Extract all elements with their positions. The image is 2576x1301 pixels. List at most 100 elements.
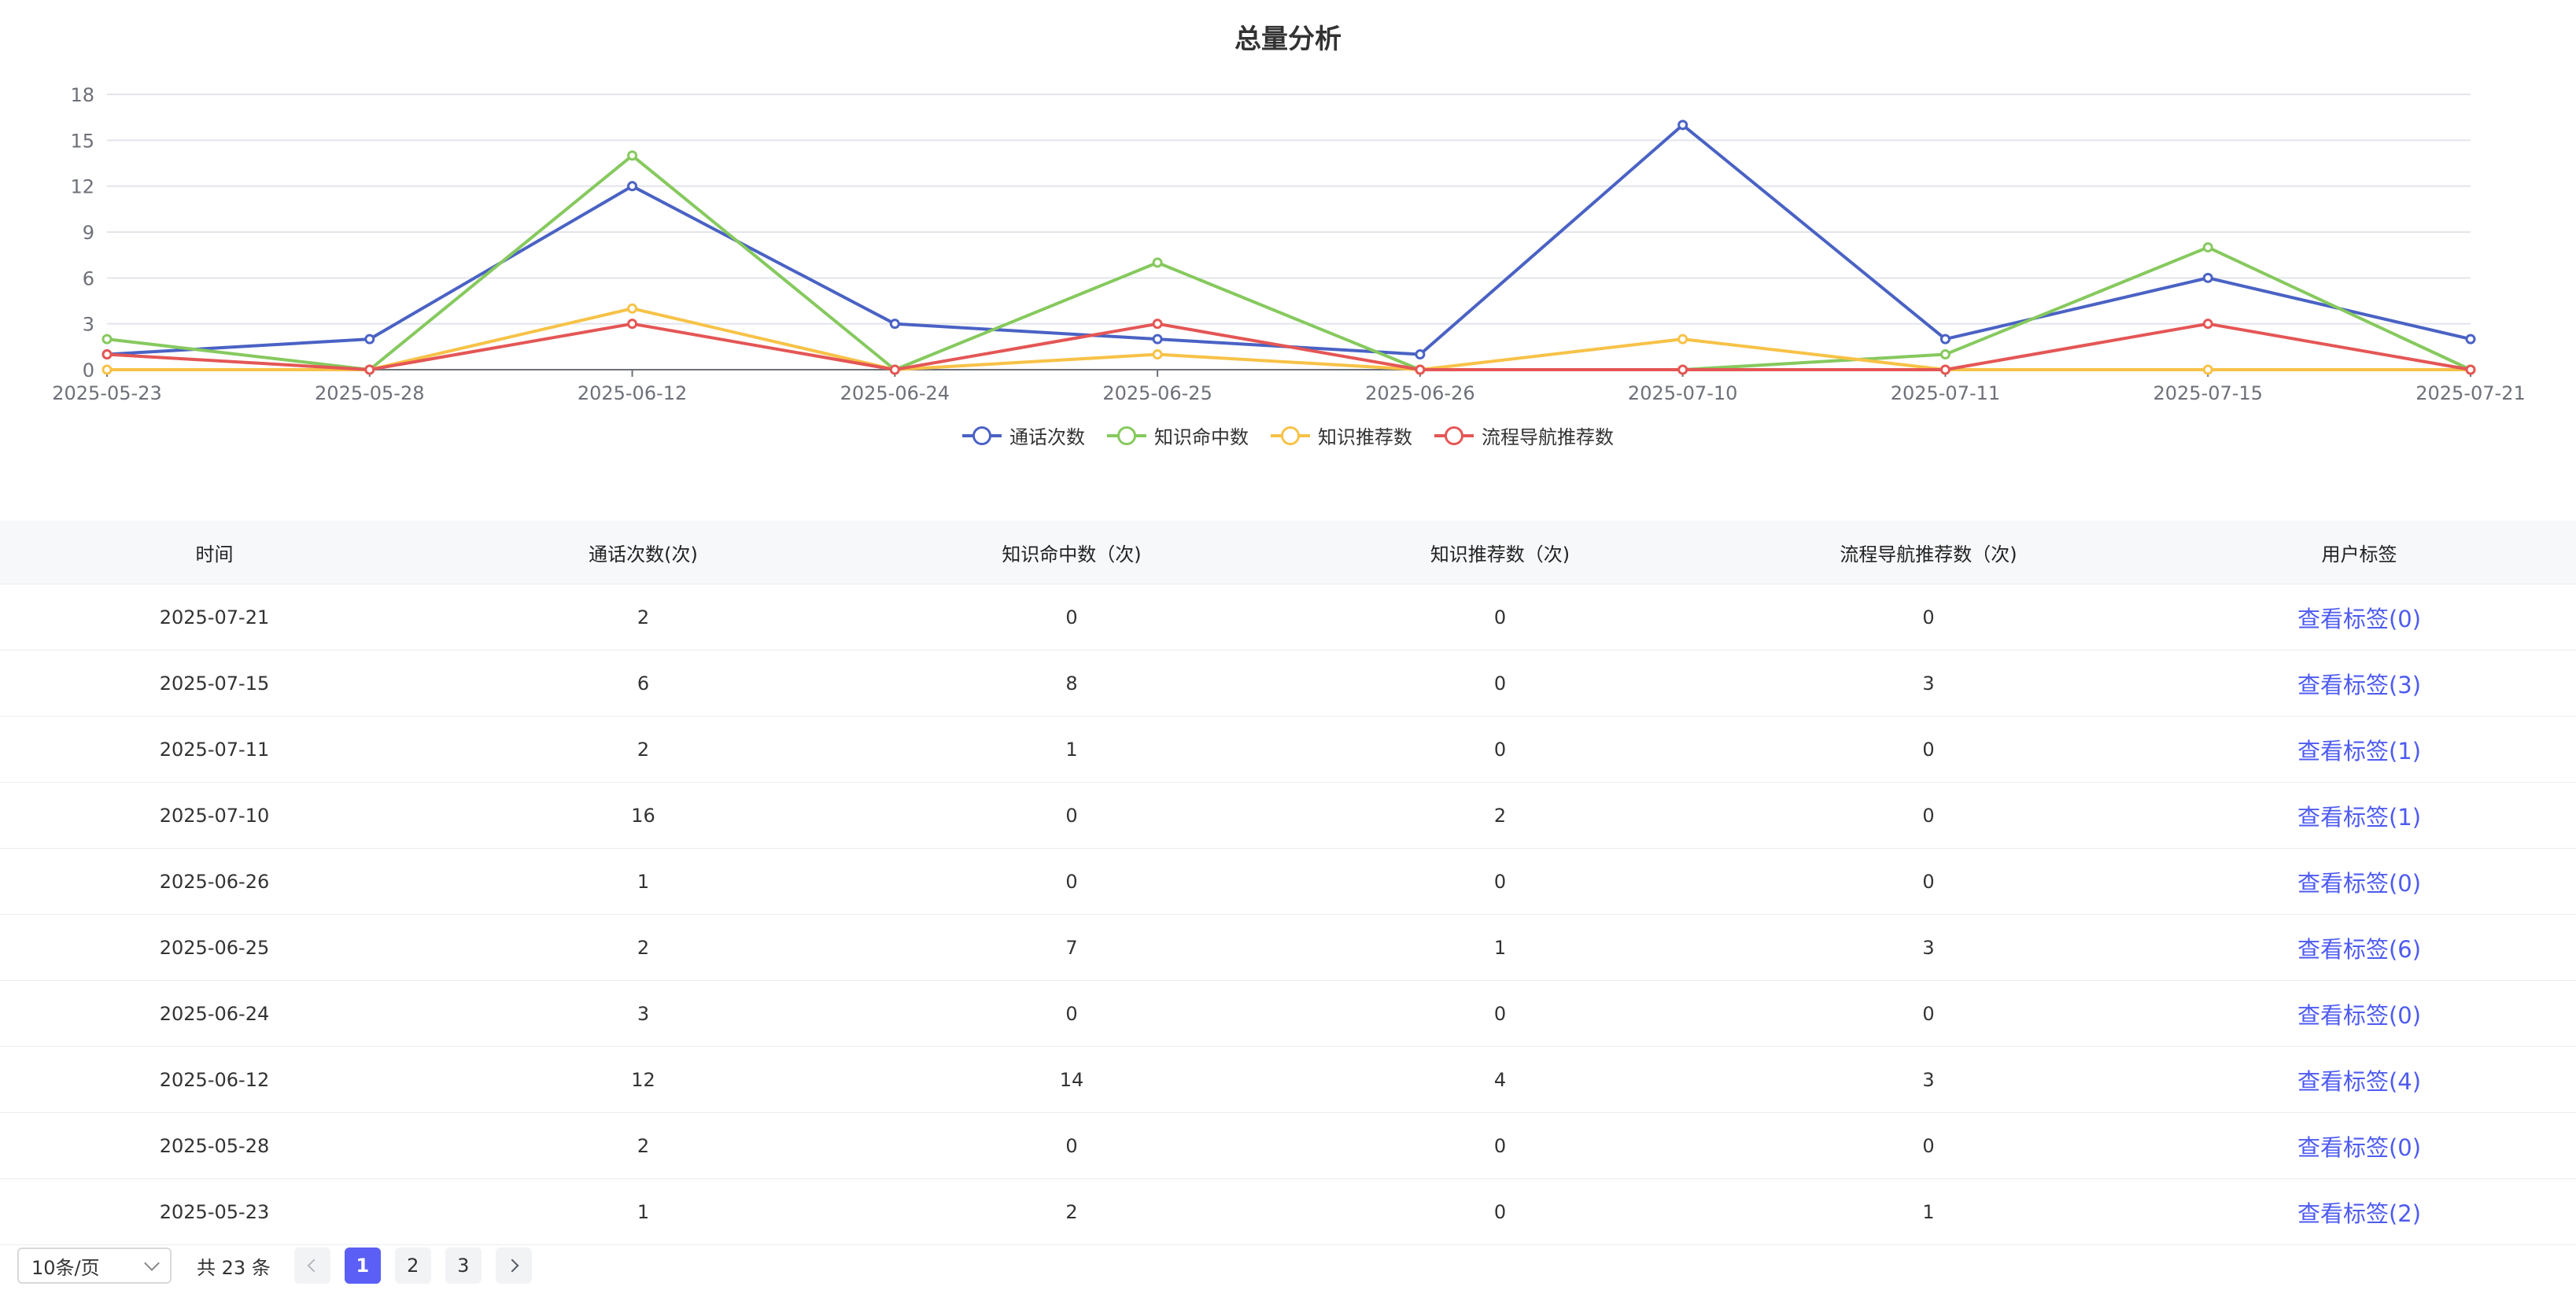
prev-page-button[interactable] <box>293 1248 330 1284</box>
x-tick-label: 2025-05-28 <box>315 382 424 404</box>
series-point <box>101 349 113 360</box>
series-point <box>627 303 638 314</box>
x-tick-label: 2025-07-21 <box>2415 382 2525 404</box>
table-cell: 1 <box>858 716 1286 783</box>
series-point <box>1939 334 1950 345</box>
view-tags-link[interactable]: 查看标签(0) <box>2142 584 2576 650</box>
legend-swatch <box>1271 426 1310 445</box>
y-tick-label: 0 <box>83 359 94 381</box>
series-point <box>2202 241 2213 252</box>
table-cell: 0 <box>1286 716 1714 783</box>
legend-item[interactable]: 通话次数 <box>962 422 1085 449</box>
view-tags-link[interactable]: 查看标签(6) <box>2142 914 2576 981</box>
table-cell: 0 <box>858 980 1286 1047</box>
y-tick-label: 18 <box>70 84 94 106</box>
view-tags-link[interactable]: 查看标签(2) <box>2142 1178 2576 1245</box>
legend-item[interactable]: 知识命中数 <box>1107 422 1249 449</box>
series-point <box>1677 334 1688 345</box>
legend-item[interactable]: 知识推荐数 <box>1271 422 1412 449</box>
table-cell: 0 <box>1714 716 2142 783</box>
table-cell: 2 <box>429 1112 858 1179</box>
page-button-1[interactable]: 1 <box>344 1248 381 1284</box>
table-cell: 12 <box>429 1046 858 1113</box>
series-point <box>101 364 113 375</box>
series-point <box>1152 349 1163 360</box>
page-button-3[interactable]: 3 <box>445 1248 482 1284</box>
table-cell: 14 <box>858 1046 1286 1113</box>
table-row: 2025-05-28 2 0 0 0 查看标签(0) <box>0 1112 2576 1179</box>
table-cell: 3 <box>1714 1046 2142 1113</box>
table-cell: 0 <box>1714 782 2142 849</box>
table-row: 2025-07-10 16 0 2 0 查看标签(1) <box>0 782 2576 849</box>
legend-item[interactable]: 流程导航推荐数 <box>1434 422 1614 449</box>
y-tick-label: 9 <box>83 222 94 244</box>
chevron-down-icon <box>144 1255 160 1271</box>
x-tick-label: 2025-06-25 <box>1102 382 1212 404</box>
view-tags-link[interactable]: 查看标签(3) <box>2142 650 2576 717</box>
view-tags-link[interactable]: 查看标签(4) <box>2142 1046 2576 1113</box>
x-tick-label: 2025-07-11 <box>1891 382 2000 404</box>
table-cell: 0 <box>858 584 1286 650</box>
column-header: 知识推荐数（次) <box>1286 521 1714 584</box>
series-point <box>627 150 638 161</box>
table-cell: 2 <box>1286 782 1714 849</box>
table-cell: 8 <box>858 650 1286 717</box>
series-point <box>1677 364 1688 375</box>
series-line-1 <box>106 153 2471 371</box>
view-tags-link[interactable]: 查看标签(1) <box>2142 716 2576 783</box>
view-tags-link[interactable]: 查看标签(1) <box>2142 782 2576 849</box>
table-row: 2025-07-21 2 0 0 0 查看标签(0) <box>0 584 2576 650</box>
table-cell: 16 <box>429 782 858 849</box>
table-cell: 2025-05-28 <box>0 1112 429 1179</box>
series-point <box>1152 319 1163 330</box>
table-row: 2025-06-25 2 7 1 3 查看标签(6) <box>0 914 2576 981</box>
stats-table: 时间 通话次数(次) 知识命中数（次) 知识推荐数（次) 流程导航推荐数（次) 用户标签 … <box>0 521 2576 1245</box>
series-point <box>1415 349 1426 360</box>
table-cell: 0 <box>1286 650 1714 717</box>
column-header: 通话次数(次) <box>429 521 858 584</box>
table-body: 2025-07-21 2 0 0 0 查看标签(0) 2025-07-15 6 8 0 3 查看标签(… <box>0 584 2576 1245</box>
series-point <box>2202 319 2213 330</box>
total-count: 共 23 条 <box>197 1256 271 1279</box>
chart-legend: 通话次数 知识命中数 知识推荐数 流程导航推荐数 <box>0 422 2576 449</box>
x-tick-label: 2025-06-26 <box>1365 382 1474 404</box>
table-cell: 0 <box>1286 1112 1714 1179</box>
next-page-button[interactable] <box>495 1248 532 1284</box>
chevron-right-icon <box>505 1259 519 1273</box>
legend-label: 通话次数 <box>1009 426 1085 448</box>
series-point <box>1152 334 1163 345</box>
view-tags-link[interactable]: 查看标签(0) <box>2142 848 2576 915</box>
page-button-2[interactable]: 2 <box>394 1248 431 1284</box>
legend-label: 知识命中数 <box>1154 426 1249 448</box>
table-cell: 3 <box>1714 914 2142 981</box>
y-tick-label: 6 <box>83 267 94 289</box>
y-tick-label: 15 <box>70 130 94 152</box>
table-cell: 0 <box>1286 1178 1714 1245</box>
table-cell: 0 <box>858 848 1286 915</box>
table-cell: 2025-06-26 <box>0 848 429 915</box>
table-cell: 0 <box>858 1112 1286 1179</box>
table-cell: 0 <box>1714 584 2142 650</box>
view-tags-link[interactable]: 查看标签(0) <box>2142 980 2576 1047</box>
y-tick-label: 3 <box>83 314 94 336</box>
page-size-select[interactable]: 10条/页 <box>17 1248 172 1284</box>
view-tags-link[interactable]: 查看标签(0) <box>2142 1112 2576 1179</box>
series-point <box>2465 334 2476 345</box>
series-point <box>2202 364 2213 375</box>
table-cell: 2 <box>429 716 858 783</box>
table-header-row: 时间 通话次数(次) 知识命中数（次) 知识推荐数（次) 流程导航推荐数（次) 用户标签 <box>0 521 2576 584</box>
series-point <box>627 319 638 330</box>
table-cell: 2 <box>858 1178 1286 1245</box>
legend-swatch <box>1107 426 1146 445</box>
table-cell: 2025-07-10 <box>0 782 429 849</box>
series-point <box>889 364 900 375</box>
legend-swatch <box>1434 426 1474 445</box>
table-row: 2025-07-15 6 8 0 3 查看标签(3) <box>0 650 2576 717</box>
series-point <box>1152 257 1163 268</box>
column-header: 用户标签 <box>2142 521 2576 584</box>
series-point <box>1939 364 1950 375</box>
table-cell: 1 <box>429 848 858 915</box>
column-header: 时间 <box>0 521 429 584</box>
table-cell: 0 <box>1286 584 1714 650</box>
table-cell: 2025-07-21 <box>0 584 429 650</box>
